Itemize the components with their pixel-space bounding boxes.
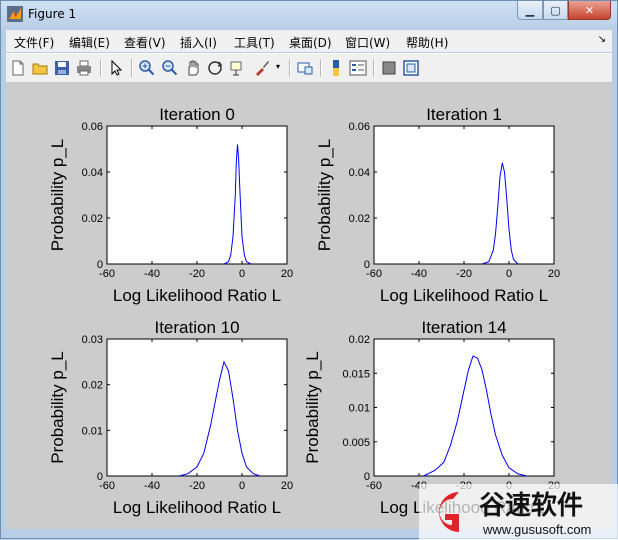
y-tick-label: 0.005 (342, 437, 370, 449)
y-tick-label: 0.02 (82, 380, 103, 392)
x-tick-label: -20 (189, 480, 205, 492)
menu-edit[interactable]: 编辑(E) (69, 34, 110, 51)
y-tick-label: 0.02 (349, 334, 370, 346)
menubar-chevron-icon[interactable]: ↘ (598, 34, 606, 45)
close-button[interactable]: ✕ (568, 1, 611, 20)
minimize-button[interactable]: ▁ (517, 1, 543, 20)
axes-1[interactable] (373, 125, 555, 265)
x-tick-label: 0 (506, 268, 512, 280)
subplot-title: Iteration 0 (159, 105, 235, 124)
menu-bar: 文件(F) 编辑(E) 查看(V) 插入(I) 工具(T) 桌面(D) 窗口(W… (6, 30, 612, 52)
x-tick-label: 0 (239, 480, 245, 492)
y-tick-label: 0.06 (82, 121, 103, 133)
toolbar-separator (373, 59, 375, 77)
x-axis-label: Log Likelihood Ratio L (380, 286, 548, 305)
menu-insert[interactable]: 插入(I) (180, 34, 217, 51)
pan-hand-icon[interactable] (184, 59, 202, 77)
new-figure-icon[interactable] (9, 59, 27, 77)
y-tick-label: 0 (364, 259, 370, 271)
x-tick-label: -40 (144, 480, 160, 492)
menu-window[interactable]: 窗口(W) (345, 34, 390, 51)
x-tick-label: -20 (456, 268, 472, 280)
edit-plot-arrow-icon[interactable] (107, 59, 125, 77)
link-plot-icon[interactable] (296, 59, 314, 77)
save-icon[interactable] (53, 59, 71, 77)
x-tick-label: 0 (239, 268, 245, 280)
y-tick-label: 0.04 (349, 167, 370, 179)
y-tick-label: 0.02 (82, 213, 103, 225)
x-tick-label: -20 (189, 268, 205, 280)
legend-icon[interactable] (349, 59, 367, 77)
toolbar-separator (100, 59, 102, 77)
close-icon: ✕ (584, 3, 595, 17)
y-tick-label: 0.01 (82, 425, 103, 437)
x-tick-label: 20 (548, 268, 560, 280)
title-bar[interactable]: Figure 1 ▁ ▢ ✕ (1, 1, 617, 29)
open-file-icon[interactable] (31, 59, 49, 77)
maximize-icon: ▢ (550, 3, 561, 17)
matlab-icon (7, 6, 23, 22)
watermark-brand: 谷速软件 (479, 490, 583, 520)
x-tick-label: -40 (411, 268, 427, 280)
x-tick-label: -40 (144, 268, 160, 280)
maximize-button[interactable]: ▢ (543, 1, 568, 20)
y-tick-label: 0.04 (82, 167, 103, 179)
subplot-title: Iteration 14 (421, 318, 506, 337)
subplot-grid: -60 -40 -20 0 2000.020.040.06Iteration 0Log … (48, 105, 560, 517)
x-axis-label: Log Likelihood Ratio L (113, 286, 281, 305)
print-icon[interactable] (75, 59, 93, 77)
brush-dropdown-icon[interactable]: ▾ (276, 62, 280, 71)
minimize-icon: ▁ (525, 3, 535, 17)
hide-plot-tools-icon[interactable] (380, 59, 398, 77)
axes-3[interactable] (373, 338, 555, 477)
menu-tools[interactable]: 工具(T) (234, 34, 275, 51)
window-title: Figure 1 (28, 7, 77, 21)
gususoft-watermark-logo: 谷速软件 www.gususoft.com (419, 484, 618, 540)
brush-icon[interactable] (253, 59, 271, 77)
toolbar-separator (320, 59, 322, 77)
menu-desktop[interactable]: 桌面(D) (289, 34, 332, 51)
y-tick-label: 0 (97, 259, 103, 271)
figure-canvas: -60 -40 -20 0 20 0 0.02 0.04 0.06 Iteration 0 Log … (6, 83, 612, 529)
y-axis-label: Probability p_L (48, 351, 67, 463)
y-tick-label: 0 (97, 471, 103, 483)
menu-help[interactable]: 帮助(H) (406, 34, 448, 51)
caption-buttons: ▁ ▢ ✕ (517, 1, 611, 20)
subplot-title: Iteration 1 (426, 105, 502, 124)
y-tick-label: 0.03 (82, 334, 103, 346)
toolbar: ▾ (6, 53, 612, 83)
y-axis-label: Probability p_L (315, 139, 334, 251)
x-tick-label: 20 (281, 480, 293, 492)
axes-2[interactable] (106, 338, 288, 477)
y-tick-label: 0.02 (349, 213, 370, 225)
toolbar-separator (289, 59, 291, 77)
watermark-url: www.gususoft.com (482, 522, 591, 537)
x-axis-label: Log Likelihood Ratio L (113, 498, 281, 517)
y-axis-label: Probability p_L (303, 351, 322, 463)
menu-file[interactable]: 文件(F) (14, 34, 54, 51)
x-tick-label: 20 (281, 268, 293, 280)
axes-0[interactable] (106, 125, 288, 265)
data-cursor-icon[interactable] (228, 59, 246, 77)
rotate-3d-icon[interactable] (206, 59, 224, 77)
y-tick-label: 0.015 (342, 368, 370, 380)
zoom-out-icon[interactable] (161, 59, 179, 77)
toolbar-separator (131, 59, 133, 77)
y-tick-label: 0.01 (349, 403, 370, 415)
colorbar-icon[interactable] (327, 59, 345, 77)
show-plot-tools-icon[interactable] (402, 59, 420, 77)
subplot-title: Iteration 10 (154, 318, 239, 337)
y-tick-label: 0.06 (349, 121, 370, 133)
y-tick-label: 0 (364, 471, 370, 483)
figure-window: Figure 1 ▁ ▢ ✕ 文件(F) 编辑(E) 查看(V) 插入(I) 工… (0, 0, 618, 540)
zoom-in-icon[interactable] (138, 59, 156, 77)
y-axis-label: Probability p_L (48, 139, 67, 251)
menu-view[interactable]: 查看(V) (124, 34, 166, 51)
